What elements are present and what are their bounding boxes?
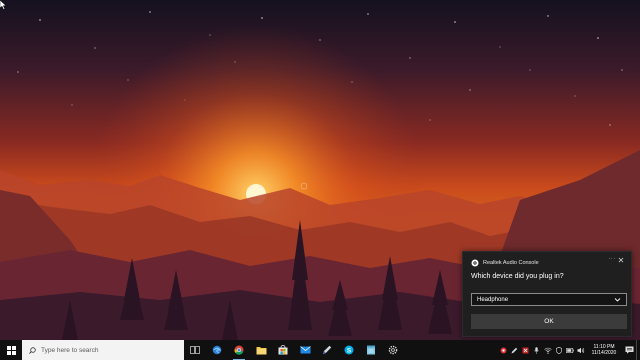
system-tray: 11:10 PM 11/14/2020 <box>498 340 640 360</box>
notification-header: Realtek Audio Console <box>471 258 539 268</box>
taskbar-settings[interactable] <box>382 340 404 360</box>
notification-app-name: Realtek Audio Console <box>483 260 539 266</box>
realtek-app-icon <box>471 259 479 267</box>
mail-icon <box>299 346 311 354</box>
taskbar-edge[interactable] <box>206 340 228 360</box>
tray-battery-icon[interactable] <box>564 340 575 360</box>
edge-icon <box>212 345 222 355</box>
start-button[interactable] <box>0 340 22 360</box>
skype-icon: S <box>344 345 354 355</box>
tray-pen-icon[interactable] <box>509 340 520 360</box>
ok-button[interactable]: OK <box>471 314 627 329</box>
realtek-audio-notification: Realtek Audio Console ··· ✕ Which device… <box>462 251 632 337</box>
tray-volume-icon[interactable] <box>575 340 586 360</box>
taskbar-pen[interactable] <box>316 340 338 360</box>
taskbar-notes[interactable] <box>360 340 382 360</box>
taskbar-mail[interactable] <box>294 340 316 360</box>
clock-date: 11/14/2020 <box>591 350 617 356</box>
task-view-icon <box>190 346 200 354</box>
tray-antivirus-icon[interactable] <box>520 340 531 360</box>
notification-question: Which device did you plug in? <box>471 273 564 280</box>
file-explorer-icon <box>256 346 266 354</box>
svg-text:S: S <box>347 347 352 354</box>
device-select-value: Headphone <box>477 296 509 303</box>
search-placeholder: Type here to search <box>41 346 99 354</box>
taskbar-chrome[interactable] <box>228 340 250 360</box>
task-view-button[interactable] <box>184 340 206 360</box>
notes-icon <box>367 345 375 355</box>
store-icon <box>278 345 288 355</box>
taskbar-search-box[interactable]: Type here to search <box>22 340 184 360</box>
mouse-cursor-icon <box>0 0 7 10</box>
taskbar-skype[interactable]: S <box>338 340 360 360</box>
taskbar-clock[interactable]: 11:10 PM 11/14/2020 <box>586 344 622 356</box>
windows-logo-icon <box>6 345 16 355</box>
settings-icon <box>388 345 398 355</box>
tray-realtek-icon[interactable] <box>498 340 509 360</box>
action-center-button[interactable] <box>622 340 636 360</box>
tray-network-icon[interactable] <box>542 340 553 360</box>
show-desktop-button[interactable] <box>636 340 640 360</box>
taskbar-file-explorer[interactable] <box>250 340 272 360</box>
close-notification-button[interactable]: ✕ <box>616 256 626 266</box>
device-select-dropdown[interactable]: Headphone <box>471 293 627 306</box>
taskbar-store[interactable] <box>272 340 294 360</box>
tray-microphone-icon[interactable] <box>531 340 542 360</box>
pen-icon <box>323 345 332 354</box>
tray-security-icon[interactable] <box>553 340 564 360</box>
chevron-down-icon <box>614 298 621 302</box>
taskbar: Type here to search S 11:10 PM 11/14/202… <box>0 340 640 360</box>
chrome-icon <box>234 345 244 355</box>
notification-icon <box>625 346 633 354</box>
search-icon <box>29 346 36 354</box>
